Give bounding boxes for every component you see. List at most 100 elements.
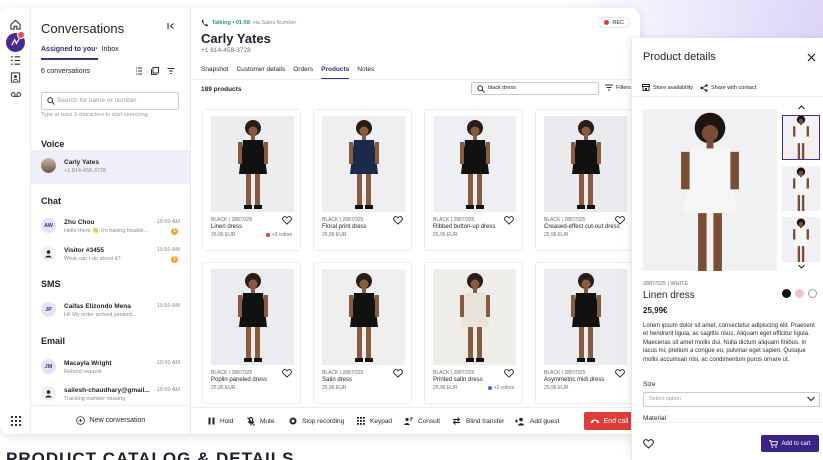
product-card[interactable]: BLACK | 2887/325 Linen dress 25,95 EUR +3 c…: [202, 109, 301, 251]
mute-button[interactable]: Mute: [247, 417, 274, 426]
section-email: Email: [41, 336, 66, 346]
keypad-button[interactable]: Keypad: [357, 417, 392, 426]
product-thumbnail[interactable]: [782, 166, 820, 211]
color-dot: [487, 386, 492, 390]
chevron-up-icon[interactable]: [798, 105, 805, 110]
avatar: JM: [41, 359, 56, 374]
voicemail-icon[interactable]: [8, 87, 23, 102]
message-preview: Hello there 👋 I'm having trouble...: [64, 228, 148, 234]
cart-icon: [769, 439, 779, 448]
share-icon: [700, 84, 708, 92]
close-icon[interactable]: [807, 53, 816, 62]
product-image: [433, 116, 516, 212]
mute-label: Mute: [260, 418, 275, 425]
conversation-item[interactable]: Carly Yates +1 814-458-3728: [31, 150, 190, 184]
product-card[interactable]: BLACK | 2887/325 Poplin paneled dress 25,9…: [202, 262, 301, 404]
contact-name: Caifas Elizondo Mena: [64, 303, 131, 310]
product-card[interactable]: BLACK | 2887/325 Printed satin dress 25,95…: [424, 262, 523, 404]
home-icon[interactable]: [8, 17, 23, 32]
product-thumbnail[interactable]: [782, 217, 820, 262]
list-icon[interactable]: [8, 53, 23, 68]
heart-icon[interactable]: [643, 439, 654, 449]
sort-icon[interactable]: [135, 67, 143, 75]
filter-icon[interactable]: [167, 67, 175, 75]
color-variants: +2 colors: [487, 385, 514, 391]
tab-products[interactable]: Products: [321, 66, 350, 79]
colors-label: +2 colors: [493, 385, 514, 391]
search-placeholder: Search for name or number: [57, 97, 137, 104]
stop-recording-button[interactable]: Stop recording: [289, 417, 344, 425]
swatch-white[interactable]: [808, 289, 817, 298]
new-conversation-button[interactable]: New conversation: [31, 405, 190, 434]
heart-icon[interactable]: [615, 216, 625, 225]
heart-icon[interactable]: [504, 369, 514, 378]
filters-button[interactable]: Filters: [605, 84, 631, 91]
conversation-item[interactable]: sailesh-chaudhary@gmail... Tracking numb…: [31, 378, 190, 405]
chevron-down-icon[interactable]: [798, 264, 805, 269]
nav-rail: [0, 8, 31, 434]
consult-button[interactable]: Consult: [404, 417, 440, 426]
hold-button[interactable]: Hold: [208, 417, 233, 425]
swatch-black[interactable]: [782, 289, 791, 298]
product-image: [544, 269, 627, 365]
conversation-search-input[interactable]: Search for name or number: [41, 92, 179, 110]
product-price: 25,99€: [643, 306, 668, 315]
message-preview: Tracking number missing: [64, 396, 126, 402]
visitor-avatar-icon: [41, 386, 56, 401]
heart-icon[interactable]: [393, 216, 403, 225]
heart-icon[interactable]: [504, 216, 514, 225]
heart-icon[interactable]: [615, 369, 625, 378]
product-name: Ribbed button-up dress: [433, 224, 496, 230]
tab-assigned-to-you[interactable]: Assigned to you•: [41, 46, 98, 60]
store-availability-button[interactable]: Store availability: [642, 84, 693, 91]
add-guest-button[interactable]: Add guest: [515, 417, 559, 426]
material-label: Material: [643, 415, 667, 422]
product-meta: BLACK | 2887/325: [433, 217, 475, 223]
avatar: [41, 158, 56, 173]
tab-customer-details[interactable]: Customer details: [236, 66, 285, 79]
color-variants: +3 colors: [265, 232, 292, 238]
product-card[interactable]: BLACK | 2887/325 Ribbed button-up dress 25…: [424, 109, 523, 251]
contacts-icon[interactable]: [8, 70, 23, 85]
blind-transfer-button[interactable]: Blind transfer: [452, 417, 504, 425]
product-name: Satin dress: [322, 377, 353, 383]
product-name: Printed satin dress: [433, 377, 483, 383]
contact-tabs: Snapshot Customer details Orders Product…: [201, 66, 374, 79]
conversation-item[interactable]: JP Caifas Elizondo Mena Hi! My order arr…: [31, 294, 190, 328]
heart-icon[interactable]: [282, 369, 292, 378]
tab-inbox[interactable]: Inbox: [102, 46, 119, 60]
share-with-contact-button[interactable]: Share with contact: [700, 84, 756, 92]
consult-label: Consult: [418, 418, 441, 425]
heart-icon[interactable]: [393, 369, 403, 378]
product-meta: BLACK | 2887/325: [211, 370, 253, 376]
product-price: 25,95 EUR: [211, 232, 236, 238]
product-thumbnail[interactable]: [782, 115, 820, 160]
select-icon[interactable]: [151, 67, 159, 75]
product-search-input[interactable]: black dress: [471, 82, 599, 95]
unread-badge: 1: [171, 228, 178, 235]
size-select[interactable]: Select option: [643, 392, 820, 407]
product-card[interactable]: BLACK | 2887/325 Floral print dress 25,95 …: [313, 109, 412, 251]
section-voice: Voice: [41, 139, 65, 149]
call-controls: Hold Mute Stop recording Keypad Consult …: [191, 407, 640, 434]
end-call-button[interactable]: End call: [584, 412, 634, 430]
apps-grid-icon[interactable]: [8, 413, 23, 428]
tab-notes[interactable]: Notes: [357, 66, 374, 79]
add-to-cart-button[interactable]: Add to cart: [761, 435, 819, 452]
conversation-item[interactable]: Visitor #3455 What can I do about it? 10…: [31, 238, 190, 272]
product-meta: BLACK | 2887/325: [433, 370, 475, 376]
tab-snapshot[interactable]: Snapshot: [201, 66, 228, 79]
conversations-panel: Conversations Assigned to you• Inbox 6 c…: [31, 8, 191, 434]
product-image: [211, 116, 294, 212]
tab-orders[interactable]: Orders: [293, 66, 313, 79]
swatch-pink[interactable]: [795, 289, 804, 298]
add-to-cart-label: Add to cart: [781, 440, 811, 447]
heart-icon[interactable]: [282, 216, 292, 225]
product-card[interactable]: BLACK | 2887/325 Satin dress 25,95 EUR: [313, 262, 412, 404]
product-card[interactable]: BLACK | 2887/325 Asymmetric midi dress 25,…: [535, 262, 634, 404]
collapse-icon[interactable]: [167, 22, 175, 30]
color-swatches: [782, 289, 817, 298]
stop-recording-label: Stop recording: [302, 417, 345, 425]
store-icon: [642, 84, 650, 91]
product-card[interactable]: BLACK | 2887/325 Creased-effect cut-out d…: [535, 109, 634, 251]
